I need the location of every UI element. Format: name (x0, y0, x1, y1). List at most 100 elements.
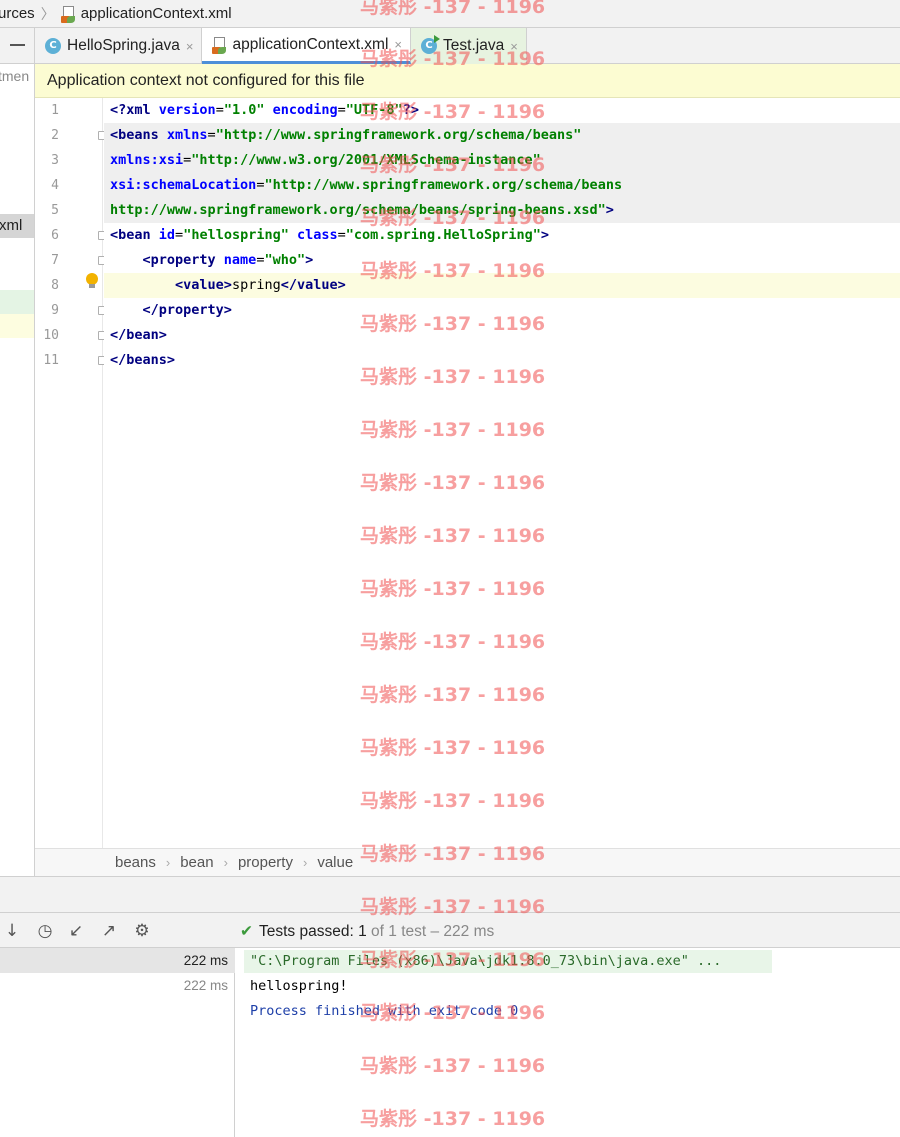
code-token: xmlns (166, 127, 208, 143)
console-exit-line: Process finished with exit code 0 (250, 1003, 519, 1019)
collapse-icon[interactable] (10, 44, 25, 46)
code-text: </property> (110, 298, 232, 323)
java-class-icon: C (45, 38, 61, 54)
history-clock-icon[interactable]: ◷ (35, 921, 55, 941)
code-text: <property name="who"> (110, 248, 314, 273)
project-panel-header (0, 28, 34, 64)
code-token: spring (231, 277, 281, 293)
code-line[interactable]: <beans xmlns="http://www.springframework… (104, 123, 900, 148)
code-line[interactable]: <?xml version="1.0" encoding="UTF-8"?> (104, 98, 900, 123)
passed-count: 1 (358, 923, 367, 940)
code-text: <bean id="hellospring" class="com.spring… (110, 223, 549, 248)
code-token: "http://www.w3.org/2001/XMLSchema-instan… (191, 152, 541, 168)
code-token: <bean (110, 227, 159, 243)
code-text: <value>spring</value> (110, 273, 346, 298)
breadcrumb-parent[interactable]: urces (0, 5, 35, 22)
code-token: = (337, 102, 346, 118)
status-label: Tests passed: (259, 923, 354, 940)
crumb-property[interactable]: property (238, 854, 293, 871)
context-warning-banner: Application context not configured for t… (35, 64, 900, 98)
code-line[interactable]: </property> (104, 298, 900, 323)
code-token: version (158, 102, 216, 118)
code-text: http://www.springframework.org/schema/be… (110, 198, 614, 223)
close-icon[interactable]: × (186, 39, 194, 54)
arrow-down-icon[interactable]: ↓ (2, 921, 22, 941)
tab-test-java[interactable]: C Test.java × (411, 28, 527, 64)
tab-applicationcontext-xml[interactable]: applicationContext.xml × (202, 28, 412, 64)
code-token: <?xml (110, 102, 159, 118)
code-text: </bean> (110, 323, 167, 348)
breadcrumb-file[interactable]: applicationContext.xml (81, 5, 232, 22)
code-text: <?xml version="1.0" encoding="UTF-8"?> (110, 98, 419, 123)
code-token: </value> (280, 277, 346, 293)
code-token: xmlns:xsi (110, 152, 184, 168)
code-token: id (158, 227, 176, 243)
line-number: 3 (51, 153, 59, 168)
code-text: xsi:schemaLocation="http://www.springfra… (110, 173, 622, 198)
code-line[interactable]: http://www.springframework.org/schema/be… (104, 198, 900, 223)
line-number: 2 (51, 128, 59, 143)
code-token: = (175, 227, 184, 243)
spring-xml-file-icon (60, 5, 77, 23)
close-icon[interactable]: × (394, 37, 402, 52)
code-token: = (337, 227, 346, 243)
code-editor[interactable]: <?xml version="1.0" encoding="UTF-8"?> <b… (104, 98, 900, 848)
code-line[interactable]: xsi:schemaLocation="http://www.springfra… (104, 173, 900, 198)
code-text: <beans xmlns="http://www.springframework… (110, 123, 581, 148)
test-tree: 222 ms 222 ms (0, 948, 235, 1137)
export-tests-icon[interactable]: ↗ (99, 921, 119, 941)
xml-breadcrumb: beans › bean › property › value (35, 848, 900, 876)
line-number: 8 (51, 278, 59, 293)
code-token: > (605, 202, 614, 218)
console-command: "C:\Program Files (x86)\Java\jdk1.8.0_73… (250, 953, 722, 969)
crumb-beans[interactable]: beans (115, 854, 156, 871)
editor-tabs: C HelloSpring.java × applicationContext.… (35, 28, 900, 64)
code-token: encoding (272, 102, 338, 118)
test-duration: 222 ms (183, 978, 228, 993)
line-number: 9 (51, 303, 59, 318)
console-output[interactable]: "C:\Program Files (x86)\Java\jdk1.8.0_73… (236, 948, 900, 1137)
gear-icon[interactable]: ⚙ (132, 921, 152, 941)
project-panel: tmen xml (0, 28, 35, 876)
status-detail: of 1 test – 222 ms (371, 923, 495, 940)
code-token: name (223, 252, 257, 268)
code-text: </beans> (110, 348, 175, 373)
project-item-truncated[interactable]: tmen (0, 68, 29, 84)
code-token: class (297, 227, 338, 243)
project-row-highlight (0, 290, 34, 314)
code-token: "com.spring.HelloSpring" (345, 227, 541, 243)
code-line[interactable]: <bean id="hellospring" class="com.spring… (104, 223, 900, 248)
tab-hellospring-java[interactable]: C HelloSpring.java × (35, 28, 203, 64)
line-number: 1 (51, 103, 59, 118)
crumb-bean[interactable]: bean (180, 854, 213, 871)
code-line[interactable]: <value>spring</value> (104, 273, 900, 298)
project-item-selected[interactable]: xml (0, 217, 22, 234)
chevron-right-icon: › (302, 855, 308, 870)
code-token: "who" (264, 252, 306, 268)
chevron-right-icon: › (165, 855, 171, 870)
close-icon[interactable]: × (510, 39, 518, 54)
line-number: 5 (51, 203, 59, 218)
crumb-value[interactable]: value (317, 854, 353, 871)
check-icon: ✔ (240, 922, 253, 940)
run-panel-header (0, 876, 900, 912)
code-token: = (215, 102, 224, 118)
lightbulb-icon[interactable] (85, 273, 99, 289)
line-number: 7 (51, 253, 59, 268)
line-number: 11 (43, 353, 59, 368)
navigation-breadcrumb: urces 〉 applicationContext.xml (0, 0, 900, 28)
code-token: > (540, 227, 549, 243)
code-line[interactable]: xmlns:xsi="http://www.w3.org/2001/XMLSch… (104, 148, 900, 173)
code-token: "1.0" (223, 102, 265, 118)
import-tests-icon[interactable]: ↙ (66, 921, 86, 941)
code-line[interactable]: <property name="who"> (104, 248, 900, 273)
chevron-right-icon: 〉 (40, 5, 55, 22)
test-status: ✔ Tests passed: 1 of 1 test – 222 ms (240, 913, 494, 949)
code-line[interactable]: </bean> (104, 323, 900, 348)
run-toolbar: ↓ ◷ ↙ ↗ ⚙ ✔ Tests passed: 1 of 1 test – 2… (0, 912, 900, 948)
line-number: 10 (43, 328, 59, 343)
code-token: </beans> (110, 352, 176, 368)
code-line[interactable]: </beans> (104, 348, 900, 373)
